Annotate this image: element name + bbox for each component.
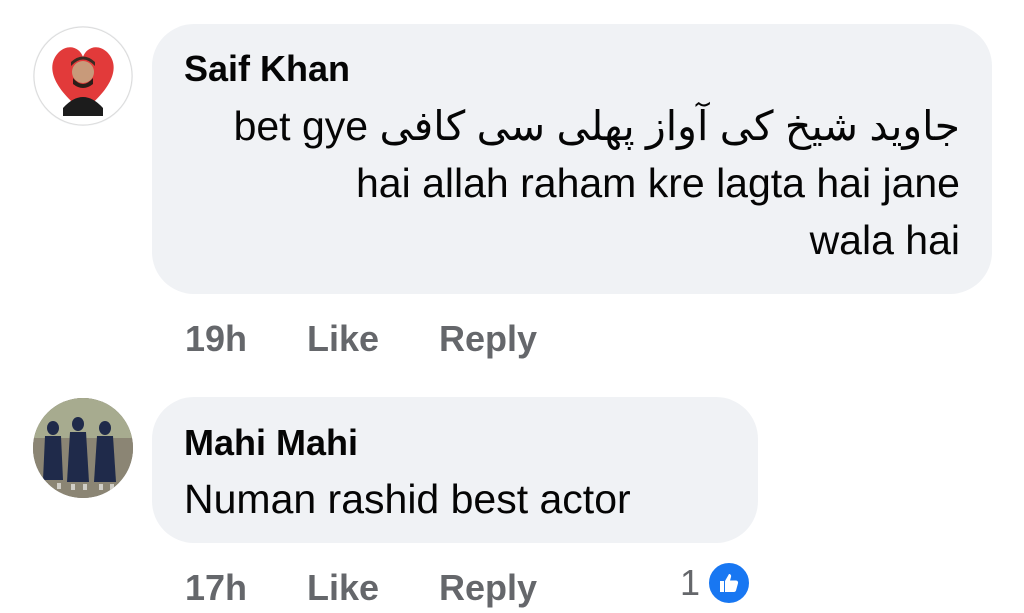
author-name[interactable]: Saif Khan — [184, 48, 350, 90]
avatar[interactable] — [33, 398, 133, 498]
like-button[interactable]: Like — [307, 318, 379, 360]
like-button[interactable]: Like — [307, 567, 379, 609]
reply-button[interactable]: Reply — [439, 318, 537, 360]
reaction-summary[interactable]: 1 — [680, 560, 753, 606]
timestamp[interactable]: 17h — [185, 567, 247, 609]
avatar-image — [33, 398, 133, 498]
reaction-count: 1 — [680, 562, 701, 603]
author-name[interactable]: Mahi Mahi — [184, 422, 358, 464]
comment-line: جاوید شیخ کی آواز پھلی سی کافی bet gye — [233, 103, 960, 149]
comment-line: wala hai — [809, 217, 960, 263]
comment-line: hai allah raham kre lagta hai jane — [356, 160, 960, 206]
timestamp[interactable]: 19h — [185, 318, 247, 360]
avatar-image — [33, 26, 133, 126]
reply-button[interactable]: Reply — [439, 567, 537, 609]
comment-text: Numan rashid best actor — [184, 471, 744, 528]
comment-text: جاوید شیخ کی آواز پھلی سی کافی bet gye h… — [184, 98, 960, 269]
comment-line: Numan rashid best actor — [184, 476, 631, 522]
thumbs-up-icon — [706, 560, 753, 606]
avatar[interactable] — [33, 26, 133, 126]
